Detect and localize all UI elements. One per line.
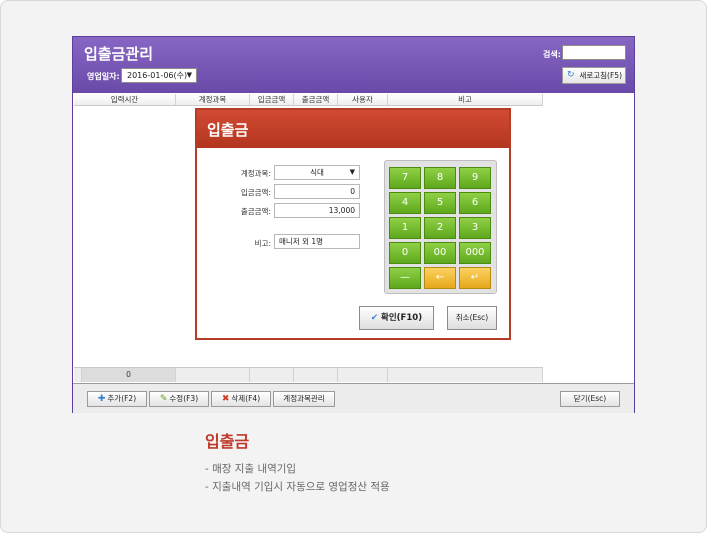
key-00[interactable]: 00: [424, 242, 456, 264]
account-value: 식대: [310, 168, 324, 177]
edit-button-label: 수정(F3): [169, 394, 199, 403]
cancel-button[interactable]: 취소(Esc): [447, 306, 497, 330]
footer-cell: [388, 368, 543, 382]
column-header-time[interactable]: 입력시간: [74, 94, 176, 105]
key-4[interactable]: 4: [389, 192, 421, 214]
footer-cell: [294, 368, 338, 382]
key-0[interactable]: 0: [389, 242, 421, 264]
bottom-toolbar: ✚ 추가(F2) ✎ 수정(F3) ✖ 삭제(F4) 계정과목관리 닫기(Esc): [73, 383, 634, 413]
refresh-icon: ↻: [567, 70, 575, 80]
account-label: 계정과목:: [240, 169, 271, 178]
key-3[interactable]: 3: [459, 217, 491, 239]
footer-cell: [74, 368, 82, 382]
close-button[interactable]: 닫기(Esc): [560, 391, 620, 407]
key-1[interactable]: 1: [389, 217, 421, 239]
withdraw-label: 출금금액:: [240, 207, 271, 216]
deposit-input[interactable]: 0: [274, 184, 360, 199]
column-header-memo[interactable]: 비고: [388, 94, 543, 105]
backspace-icon[interactable]: ←: [424, 267, 456, 289]
checkmark-icon: ✔: [370, 313, 379, 323]
edit-button[interactable]: ✎ 수정(F3): [149, 391, 209, 407]
close-icon: ✖: [221, 394, 230, 404]
chevron-down-icon: ▼: [349, 168, 355, 176]
footer-cell: [338, 368, 388, 382]
delete-button-label: 삭제(F4): [231, 394, 261, 403]
footer-cell: [250, 368, 294, 382]
column-header-deposit[interactable]: 입금금액: [250, 94, 294, 105]
search-label: 검색:: [543, 50, 561, 59]
key-8[interactable]: 8: [424, 167, 456, 189]
dialog-title: 입출금: [207, 121, 249, 139]
business-date-select[interactable]: 2016-01-06(수) ▼: [121, 68, 197, 83]
deposit-label: 입금금액:: [240, 188, 271, 197]
memo-input[interactable]: 매니저 외 1명: [274, 234, 360, 249]
pencil-icon: ✎: [159, 394, 168, 404]
dialog-header: 입출금: [197, 110, 509, 148]
description-line: - 매장 지출 내역기입: [205, 463, 297, 475]
business-date-value: 2016-01-06(수): [127, 71, 188, 80]
key-9[interactable]: 9: [459, 167, 491, 189]
plus-icon: ✚: [97, 394, 106, 404]
footer-cell: [176, 368, 250, 382]
column-header-user[interactable]: 사용자: [338, 94, 388, 105]
key-6[interactable]: 6: [459, 192, 491, 214]
confirm-button[interactable]: ✔ 확인(F10): [359, 306, 434, 330]
column-header-account[interactable]: 계정과목: [176, 94, 250, 105]
window-title: 입출금관리: [84, 45, 154, 63]
key-7[interactable]: 7: [389, 167, 421, 189]
account-select[interactable]: 식대 ▼: [274, 165, 360, 180]
add-button[interactable]: ✚ 추가(F2): [87, 391, 147, 407]
key-5[interactable]: 5: [424, 192, 456, 214]
key-minus[interactable]: —: [389, 267, 421, 289]
table-footer: 0: [74, 367, 543, 382]
refresh-button-label: 새로고침(F5): [579, 71, 622, 80]
description-title: 입출금: [205, 432, 250, 451]
numeric-keypad: 7 8 9 4 5 6 1 2 3 0 00 000 — ← ↵: [384, 160, 497, 294]
memo-label: 비고:: [254, 239, 271, 248]
deposit-withdraw-dialog: 입출금 계정과목: 식대 ▼ 입금금액: 0 출금금액: 13,000 비고: …: [195, 108, 511, 340]
chevron-down-icon: ▼: [186, 71, 192, 79]
delete-button[interactable]: ✖ 삭제(F4): [211, 391, 271, 407]
withdraw-input[interactable]: 13,000: [274, 203, 360, 218]
add-button-label: 추가(F2): [107, 394, 137, 403]
key-000[interactable]: 000: [459, 242, 491, 264]
enter-icon[interactable]: ↵: [459, 267, 491, 289]
account-manage-button[interactable]: 계정과목관리: [273, 391, 335, 407]
description-line: - 지출내역 기입시 자동으로 영업정산 적용: [205, 481, 390, 493]
footer-count: 0: [82, 368, 176, 382]
window-header: 입출금관리 영업일자: 2016-01-06(수) ▼ 검색: ↻ 새로고침(F…: [73, 37, 634, 93]
business-date-label: 영업일자:: [87, 72, 120, 81]
key-2[interactable]: 2: [424, 217, 456, 239]
table-header: 입력시간 계정과목 입금금액 출금금액 사용자 비고: [74, 94, 543, 106]
confirm-button-label: 확인(F10): [381, 313, 423, 323]
refresh-button[interactable]: ↻ 새로고침(F5): [562, 67, 626, 84]
search-input[interactable]: [562, 45, 626, 60]
column-header-withdraw[interactable]: 출금금액: [294, 94, 338, 105]
